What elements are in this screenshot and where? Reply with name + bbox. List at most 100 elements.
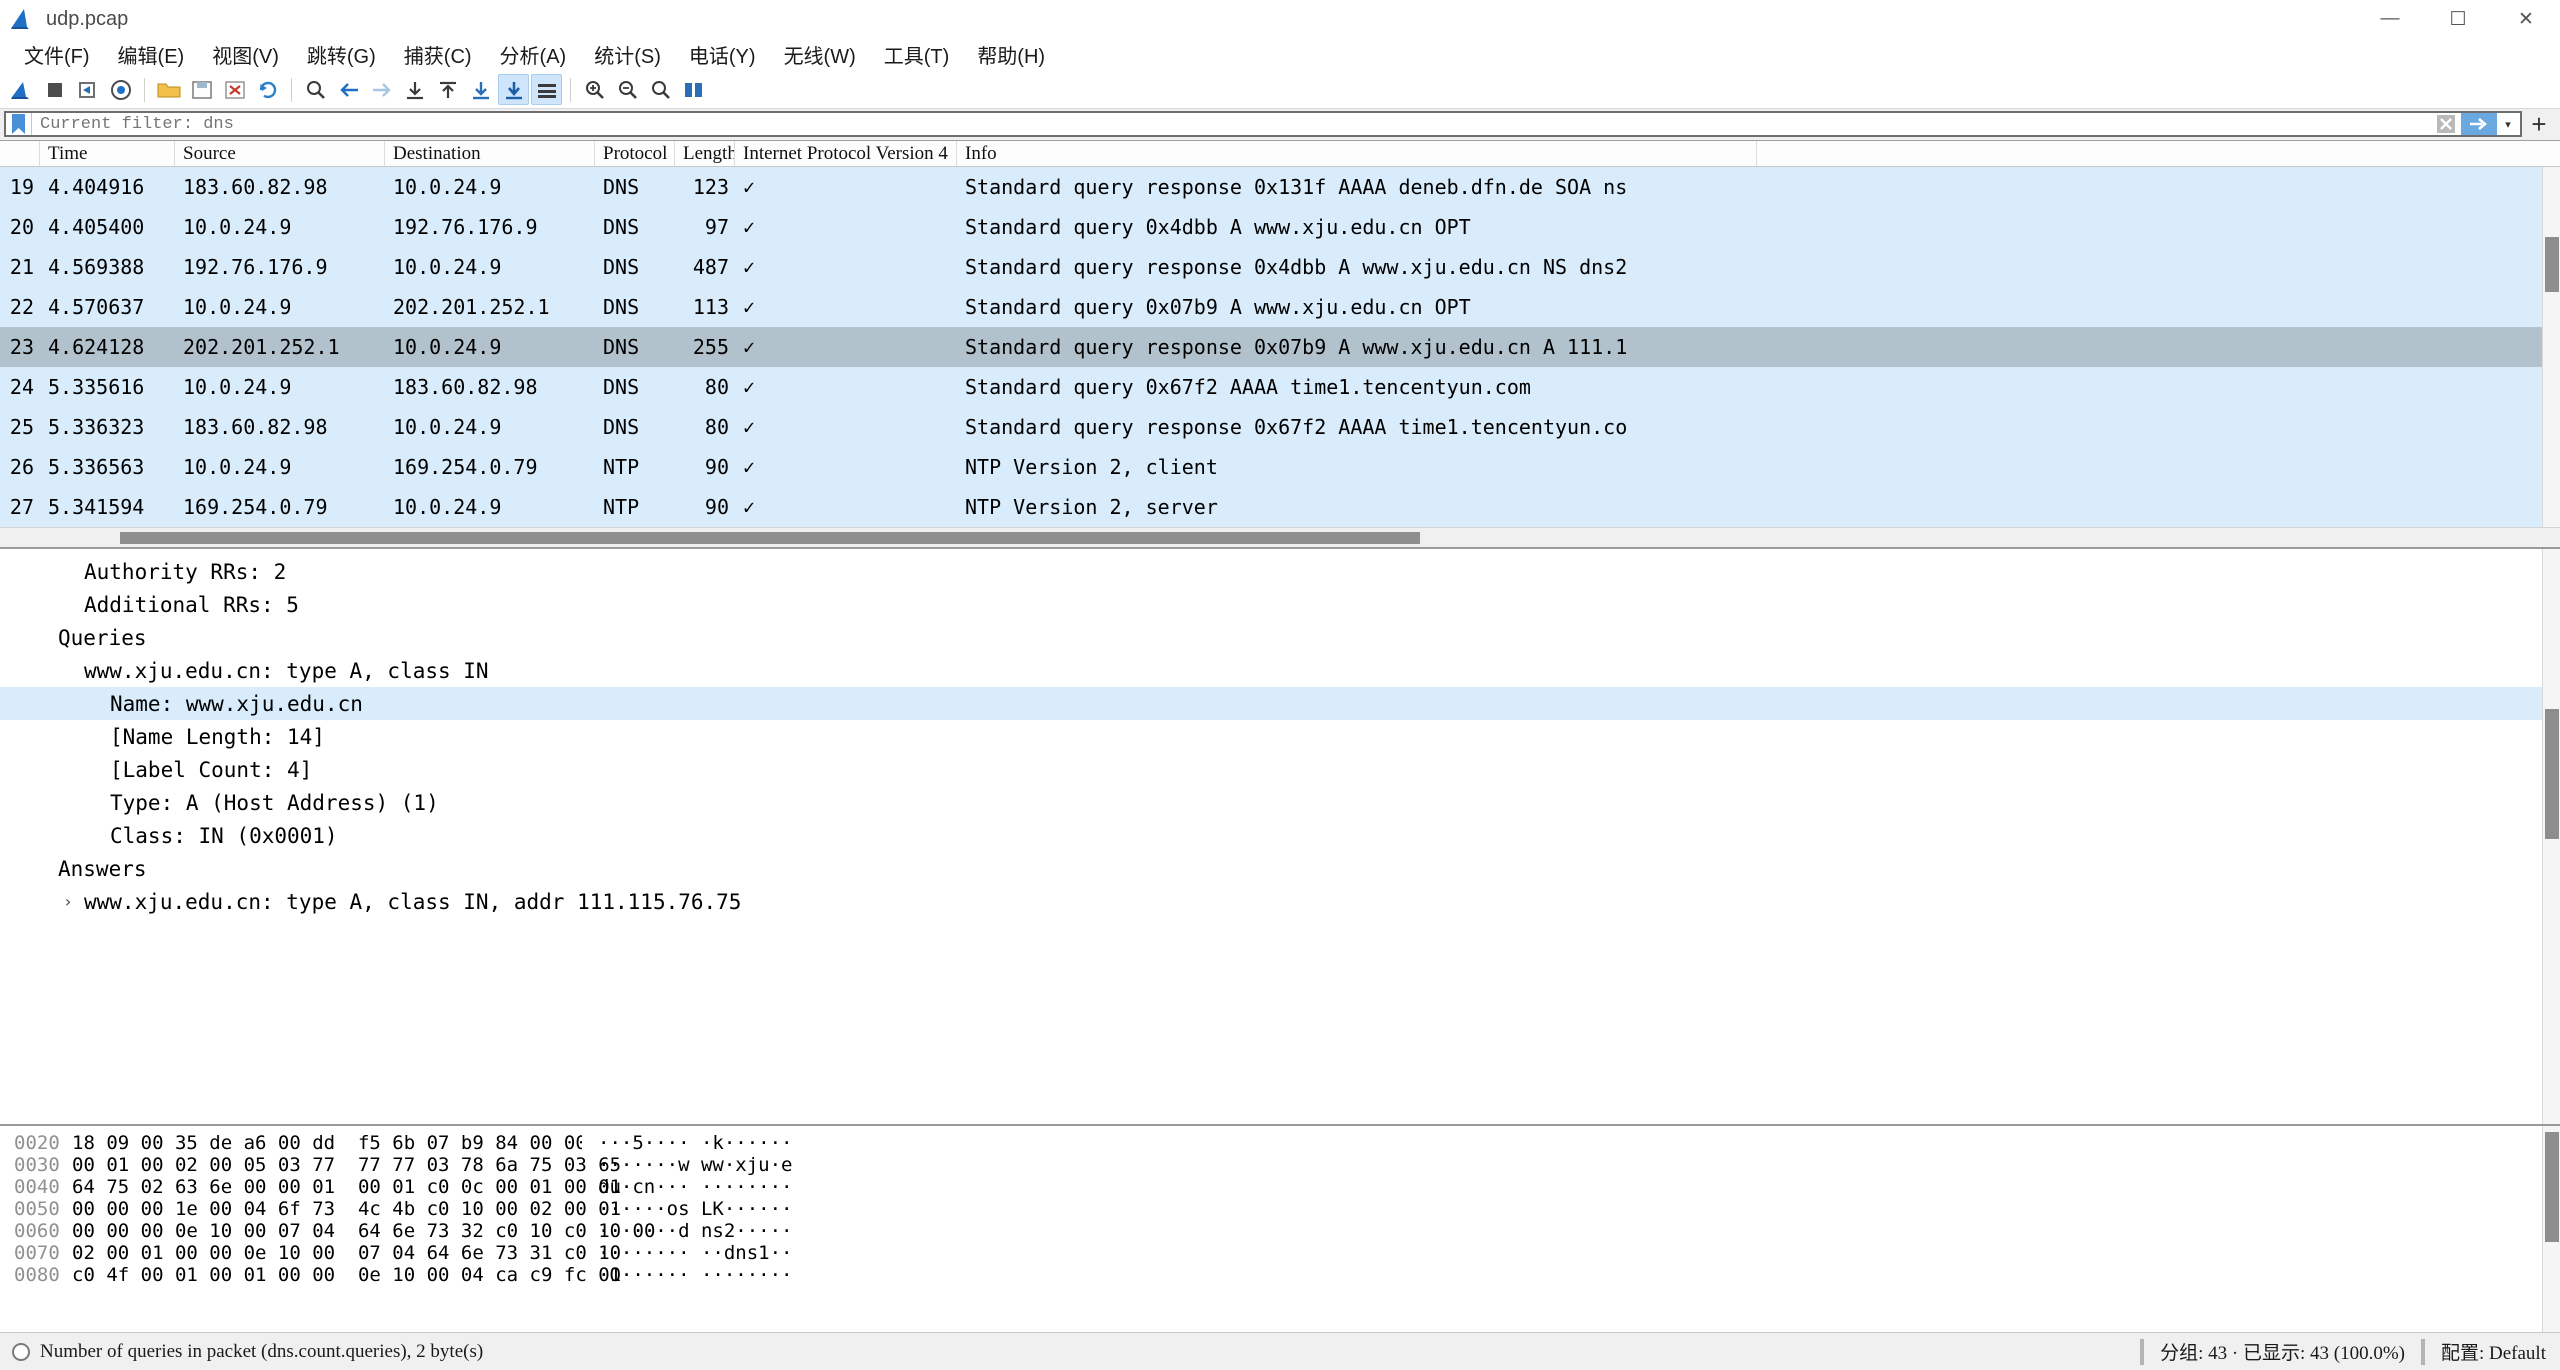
hex-dump-row[interactable]: 007002 00 01 00 00 0e 10 00 07 04 64 6e … <box>0 1242 2560 1264</box>
capture-options-icon[interactable] <box>105 74 136 105</box>
column-header-length[interactable]: Length <box>675 141 735 166</box>
close-button[interactable]: ✕ <box>2492 0 2560 38</box>
bookmark-icon[interactable] <box>6 113 32 135</box>
table-row[interactable]: 204.40540010.0.24.9192.76.176.9DNS97✓Sta… <box>0 207 2560 247</box>
chevron-down-icon[interactable]: ⱟ <box>34 628 50 647</box>
column-header-source[interactable]: Source <box>175 141 385 166</box>
detail-tree-item-label: Authority RRs: 2 <box>76 560 286 584</box>
table-row[interactable]: 275.341594169.254.0.7910.0.24.9NTP90✓NTP… <box>0 487 2560 527</box>
stop-capture-icon[interactable] <box>39 74 70 105</box>
apply-filter-arrow-icon[interactable] <box>2461 113 2497 135</box>
zoom-out-icon[interactable] <box>612 74 643 105</box>
clear-filter-icon[interactable] <box>2433 113 2459 135</box>
title-bar: udp.pcap — ☐ ✕ <box>0 0 2560 38</box>
column-header-no[interactable] <box>0 141 40 166</box>
hex-dump-row[interactable]: 002018 09 00 35 de a6 00 dd f5 6b 07 b9 … <box>0 1132 2560 1154</box>
table-row[interactable]: 194.404916183.60.82.9810.0.24.9DNS123✓St… <box>0 167 2560 207</box>
go-to-packet-icon[interactable] <box>399 74 430 105</box>
menu-file[interactable]: 文件(F) <box>10 36 104 73</box>
chevron-down-icon[interactable]: ⱟ <box>60 661 76 680</box>
menu-telephony[interactable]: 电话(Y) <box>675 36 770 73</box>
column-header-info[interactable]: Info <box>957 141 1757 166</box>
detail-tree-item[interactable]: Additional RRs: 5 <box>0 588 2560 621</box>
add-filter-button[interactable]: + <box>2522 111 2556 137</box>
go-back-icon[interactable] <box>333 74 364 105</box>
detail-tree-item[interactable]: ⱟQueries <box>0 621 2560 654</box>
hex-dump-row[interactable]: 004064 75 02 63 6e 00 00 01 00 01 c0 0c … <box>0 1176 2560 1198</box>
zoom-in-icon[interactable] <box>579 74 610 105</box>
table-row[interactable]: 224.57063710.0.24.9202.201.252.1DNS113✓S… <box>0 287 2560 327</box>
zoom-reset-icon[interactable] <box>645 74 676 105</box>
scrollbar-thumb[interactable] <box>2545 237 2559 292</box>
menu-help[interactable]: 帮助(H) <box>963 36 1059 73</box>
table-row[interactable]: 214.569388192.76.176.910.0.24.9DNS487✓St… <box>0 247 2560 287</box>
menu-go[interactable]: 跳转(G) <box>293 36 390 73</box>
detail-tree-item[interactable]: ⱟwww.xju.edu.cn: type A, class IN <box>0 654 2560 687</box>
scrollbar-thumb[interactable] <box>2545 709 2559 839</box>
reload-file-icon[interactable] <box>252 74 283 105</box>
column-header-destination[interactable]: Destination <box>385 141 595 166</box>
expert-info-icon[interactable] <box>0 1343 34 1361</box>
table-row[interactable]: 255.336323183.60.82.9810.0.24.9DNS80✓Sta… <box>0 407 2560 447</box>
hex-dump-row[interactable]: 005000 00 00 1e 00 04 6f 73 4c 4b c0 10 … <box>0 1198 2560 1220</box>
hex-dump-row[interactable]: 003000 01 00 02 00 05 03 77 77 77 03 78 … <box>0 1154 2560 1176</box>
find-packet-icon[interactable] <box>300 74 331 105</box>
cell-source: 10.0.24.9 <box>175 375 385 399</box>
detail-tree-item[interactable]: Name: www.xju.edu.cn <box>0 687 2560 720</box>
detail-tree-item[interactable]: Type: A (Host Address) (1) <box>0 786 2560 819</box>
menu-tools[interactable]: 工具(T) <box>870 36 964 73</box>
detail-tree-item[interactable]: Class: IN (0x0001) <box>0 819 2560 852</box>
detail-tree-item-label: Name: www.xju.edu.cn <box>102 692 363 716</box>
window-title: udp.pcap <box>46 8 128 31</box>
scrollbar-thumb[interactable] <box>2545 1132 2559 1242</box>
cell-destination: 202.201.252.1 <box>385 295 595 319</box>
filter-box[interactable]: ▾ <box>4 111 2522 137</box>
status-separator-2 <box>2421 1339 2425 1365</box>
open-file-icon[interactable] <box>153 74 184 105</box>
column-header-time[interactable]: Time <box>40 141 175 166</box>
packet-list-vertical-scrollbar[interactable] <box>2542 167 2560 527</box>
resize-columns-icon[interactable] <box>678 74 709 105</box>
cell-ipv4-check: ✓ <box>735 455 957 479</box>
detail-tree-item[interactable]: [Label Count: 4] <box>0 753 2560 786</box>
status-profile[interactable]: 配置: Default <box>2441 1338 2560 1365</box>
chevron-right-icon[interactable]: › <box>60 892 76 911</box>
chevron-down-icon[interactable]: ⱟ <box>34 859 50 878</box>
scrollbar-thumb[interactable] <box>120 532 1420 544</box>
maximize-button[interactable]: ☐ <box>2424 0 2492 38</box>
start-capture-icon[interactable] <box>6 74 37 105</box>
window-controls: — ☐ ✕ <box>2356 0 2560 38</box>
detail-tree-item[interactable]: ⱟAnswers <box>0 852 2560 885</box>
column-header-protocol[interactable]: Protocol <box>595 141 675 166</box>
table-row[interactable]: 234.624128202.201.252.110.0.24.9DNS255✓S… <box>0 327 2560 367</box>
table-row[interactable]: 245.33561610.0.24.9183.60.82.98DNS80✓Sta… <box>0 367 2560 407</box>
menu-analyze[interactable]: 分析(A) <box>486 36 581 73</box>
hex-vertical-scrollbar[interactable] <box>2542 1126 2560 1332</box>
detail-tree-item[interactable]: ›www.xju.edu.cn: type A, class IN, addr … <box>0 885 2560 918</box>
detail-tree-item[interactable]: Authority RRs: 2 <box>0 555 2560 588</box>
cell-no: 23 <box>0 335 40 359</box>
colorize-icon[interactable] <box>531 74 562 105</box>
go-forward-icon[interactable] <box>366 74 397 105</box>
filter-history-caret-icon[interactable]: ▾ <box>2499 113 2517 135</box>
restart-capture-icon[interactable] <box>72 74 103 105</box>
column-header-ipv4[interactable]: Internet Protocol Version 4 <box>735 141 957 166</box>
menu-edit[interactable]: 编辑(E) <box>104 36 199 73</box>
packet-list-horizontal-scrollbar[interactable] <box>0 527 2560 547</box>
go-to-last-icon[interactable] <box>465 74 496 105</box>
search-input[interactable] <box>32 113 2433 135</box>
menu-wireless[interactable]: 无线(W) <box>770 36 870 73</box>
minimize-button[interactable]: — <box>2356 0 2424 38</box>
menu-capture[interactable]: 捕获(C) <box>390 36 486 73</box>
detail-vertical-scrollbar[interactable] <box>2542 549 2560 1124</box>
hex-dump-row[interactable]: 006000 00 00 0e 10 00 07 04 64 6e 73 32 … <box>0 1220 2560 1242</box>
menu-statistics[interactable]: 统计(S) <box>580 36 675 73</box>
auto-scroll-icon[interactable] <box>498 74 529 105</box>
close-file-icon[interactable] <box>219 74 250 105</box>
save-file-icon[interactable] <box>186 74 217 105</box>
go-to-first-icon[interactable] <box>432 74 463 105</box>
table-row[interactable]: 265.33656310.0.24.9169.254.0.79NTP90✓NTP… <box>0 447 2560 487</box>
hex-dump-row[interactable]: 0080c0 4f 00 01 00 01 00 00 0e 10 00 04 … <box>0 1264 2560 1286</box>
detail-tree-item[interactable]: [Name Length: 14] <box>0 720 2560 753</box>
menu-view[interactable]: 视图(V) <box>198 36 293 73</box>
